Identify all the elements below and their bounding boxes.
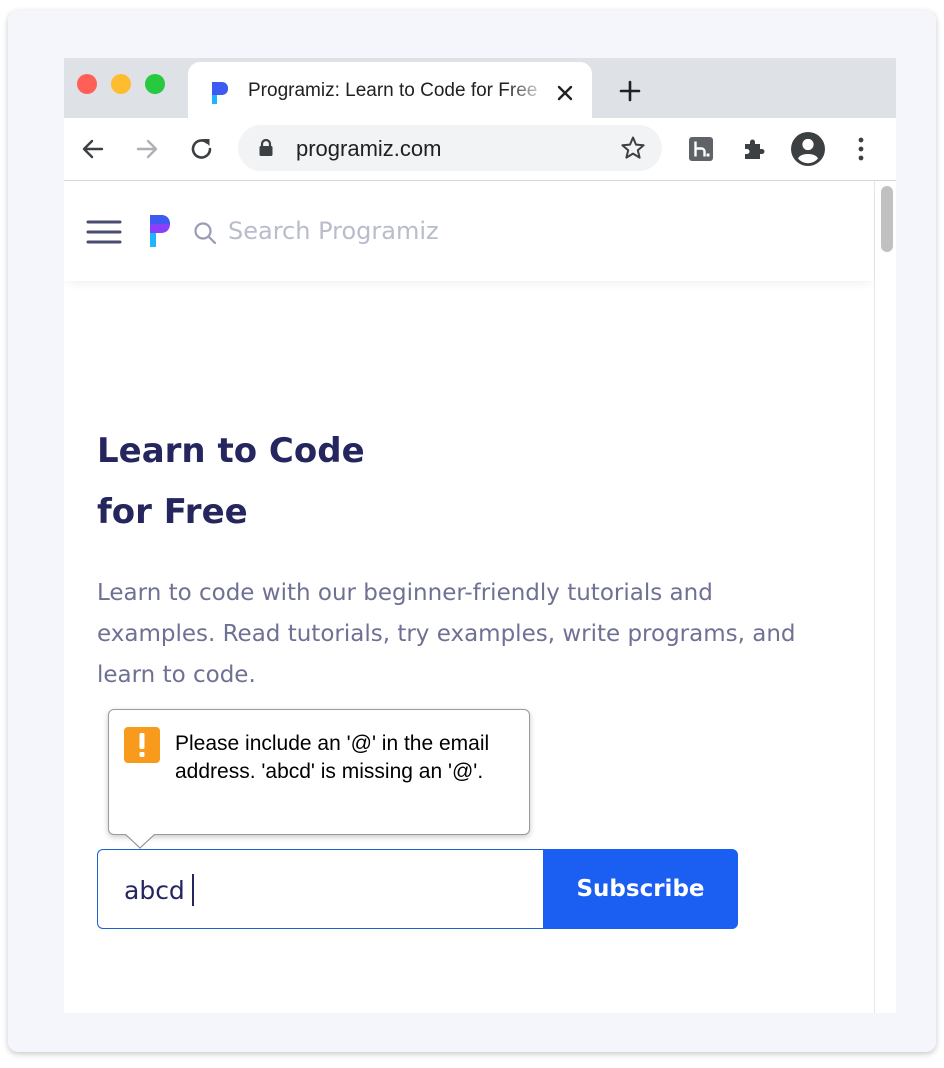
address-url: programiz.com — [296, 136, 442, 161]
programiz-favicon-icon — [212, 82, 228, 104]
hero-title-line-1: Learn to Code — [97, 431, 365, 471]
warning-icon — [124, 727, 160, 763]
hamburger-menu-icon[interactable] — [86, 219, 122, 245]
email-field-wrapper — [97, 849, 543, 929]
page-viewport: Learn to Code for Free Learn to code wit… — [64, 181, 875, 1013]
arrow-right-icon[interactable] — [134, 136, 160, 162]
active-tab[interactable]: Programiz: Learn to Code for Free — [188, 62, 592, 118]
star-icon[interactable] — [620, 135, 646, 161]
h-extension-icon[interactable] — [688, 136, 714, 162]
hero-description: Learn to code with our beginner-friendly… — [97, 580, 796, 688]
reload-icon[interactable] — [188, 135, 216, 163]
hero-title: Learn to Code for Free — [97, 421, 365, 543]
browser-toolbar: programiz.com — [64, 118, 896, 181]
kebab-menu-icon[interactable] — [854, 134, 868, 164]
lock-icon — [259, 138, 273, 156]
new-tab-icon[interactable] — [617, 78, 643, 104]
minimize-window-button[interactable] — [111, 74, 131, 94]
screenshot-frame: Programiz: Learn to Code for Free progra… — [8, 10, 936, 1052]
browser-window: Programiz: Learn to Code for Free progra… — [64, 58, 896, 1013]
maximize-window-button[interactable] — [145, 74, 165, 94]
site-header — [64, 181, 874, 281]
profile-icon[interactable] — [790, 131, 826, 167]
close-tab-icon[interactable] — [554, 82, 576, 104]
email-field[interactable] — [124, 870, 524, 910]
scrollbar-thumb[interactable] — [881, 186, 893, 252]
hero-title-line-2: for Free — [97, 492, 248, 532]
search-icon — [194, 222, 217, 245]
text-caret — [192, 874, 194, 906]
programiz-logo-icon[interactable] — [148, 213, 172, 249]
puzzle-icon[interactable] — [741, 136, 767, 162]
vertical-scrollbar[interactable] — [875, 181, 896, 1013]
tab-title: Programiz: Learn to Code for Free — [248, 80, 538, 101]
arrow-left-icon[interactable] — [80, 136, 106, 162]
tab-strip: Programiz: Learn to Code for Free — [64, 58, 896, 118]
tooltip-arrow — [125, 834, 155, 849]
close-window-button[interactable] — [77, 74, 97, 94]
subscribe-button[interactable]: Subscribe — [543, 849, 738, 929]
validation-message: Please include an '@' in the email addre… — [175, 732, 490, 783]
address-bar[interactable]: programiz.com — [238, 125, 662, 171]
site-search-input[interactable] — [228, 213, 548, 249]
validation-tooltip: Please include an '@' in the email addre… — [108, 709, 530, 849]
